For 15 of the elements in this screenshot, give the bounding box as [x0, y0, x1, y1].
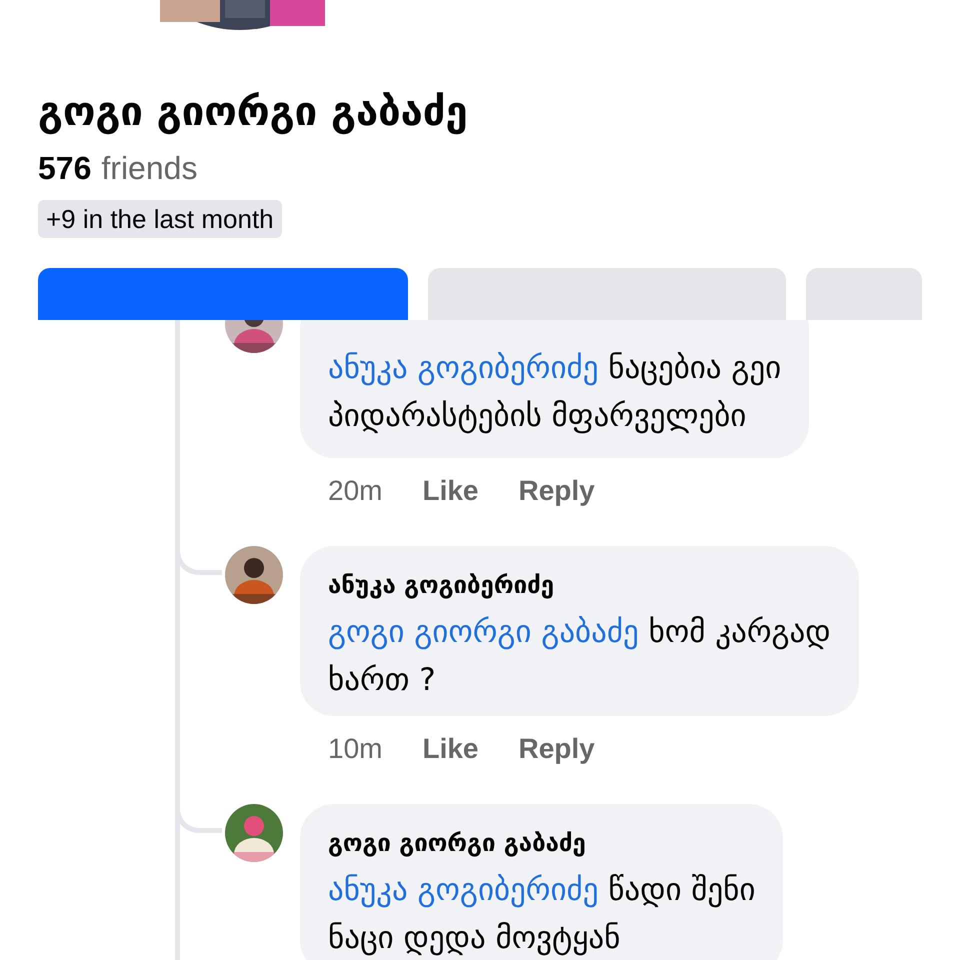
- friends-count: 576: [38, 150, 92, 186]
- like-link[interactable]: Like: [422, 729, 478, 769]
- reply-link[interactable]: Reply: [518, 729, 595, 769]
- recent-friends-badge: +9 in the last month: [38, 200, 282, 238]
- comment-author: ანუკა გოგიბერიძე: [328, 570, 556, 601]
- friends-label: friends: [101, 150, 198, 186]
- comment-text: გოგი გიორგი გაბაძე ხომ კარგად ხართ ?: [328, 613, 831, 700]
- comment-author: გოგი გიორგი გაბაძე: [328, 828, 587, 859]
- like-link[interactable]: Like: [422, 471, 478, 511]
- comment-text: ანუკა გოგიბერიძე წადი შენი ნაცი დედა მოვტყან: [328, 871, 756, 958]
- profile-name: გოგი გიორგი გაბაძე: [38, 88, 469, 137]
- reply-link[interactable]: Reply: [518, 471, 595, 511]
- comment-text: ანუკა გოგიბერიძე ნაცებია გეი პიდარასტების მფარველები: [328, 349, 782, 436]
- comment-time: 10m: [328, 732, 382, 766]
- comment-time: 20m: [328, 474, 382, 508]
